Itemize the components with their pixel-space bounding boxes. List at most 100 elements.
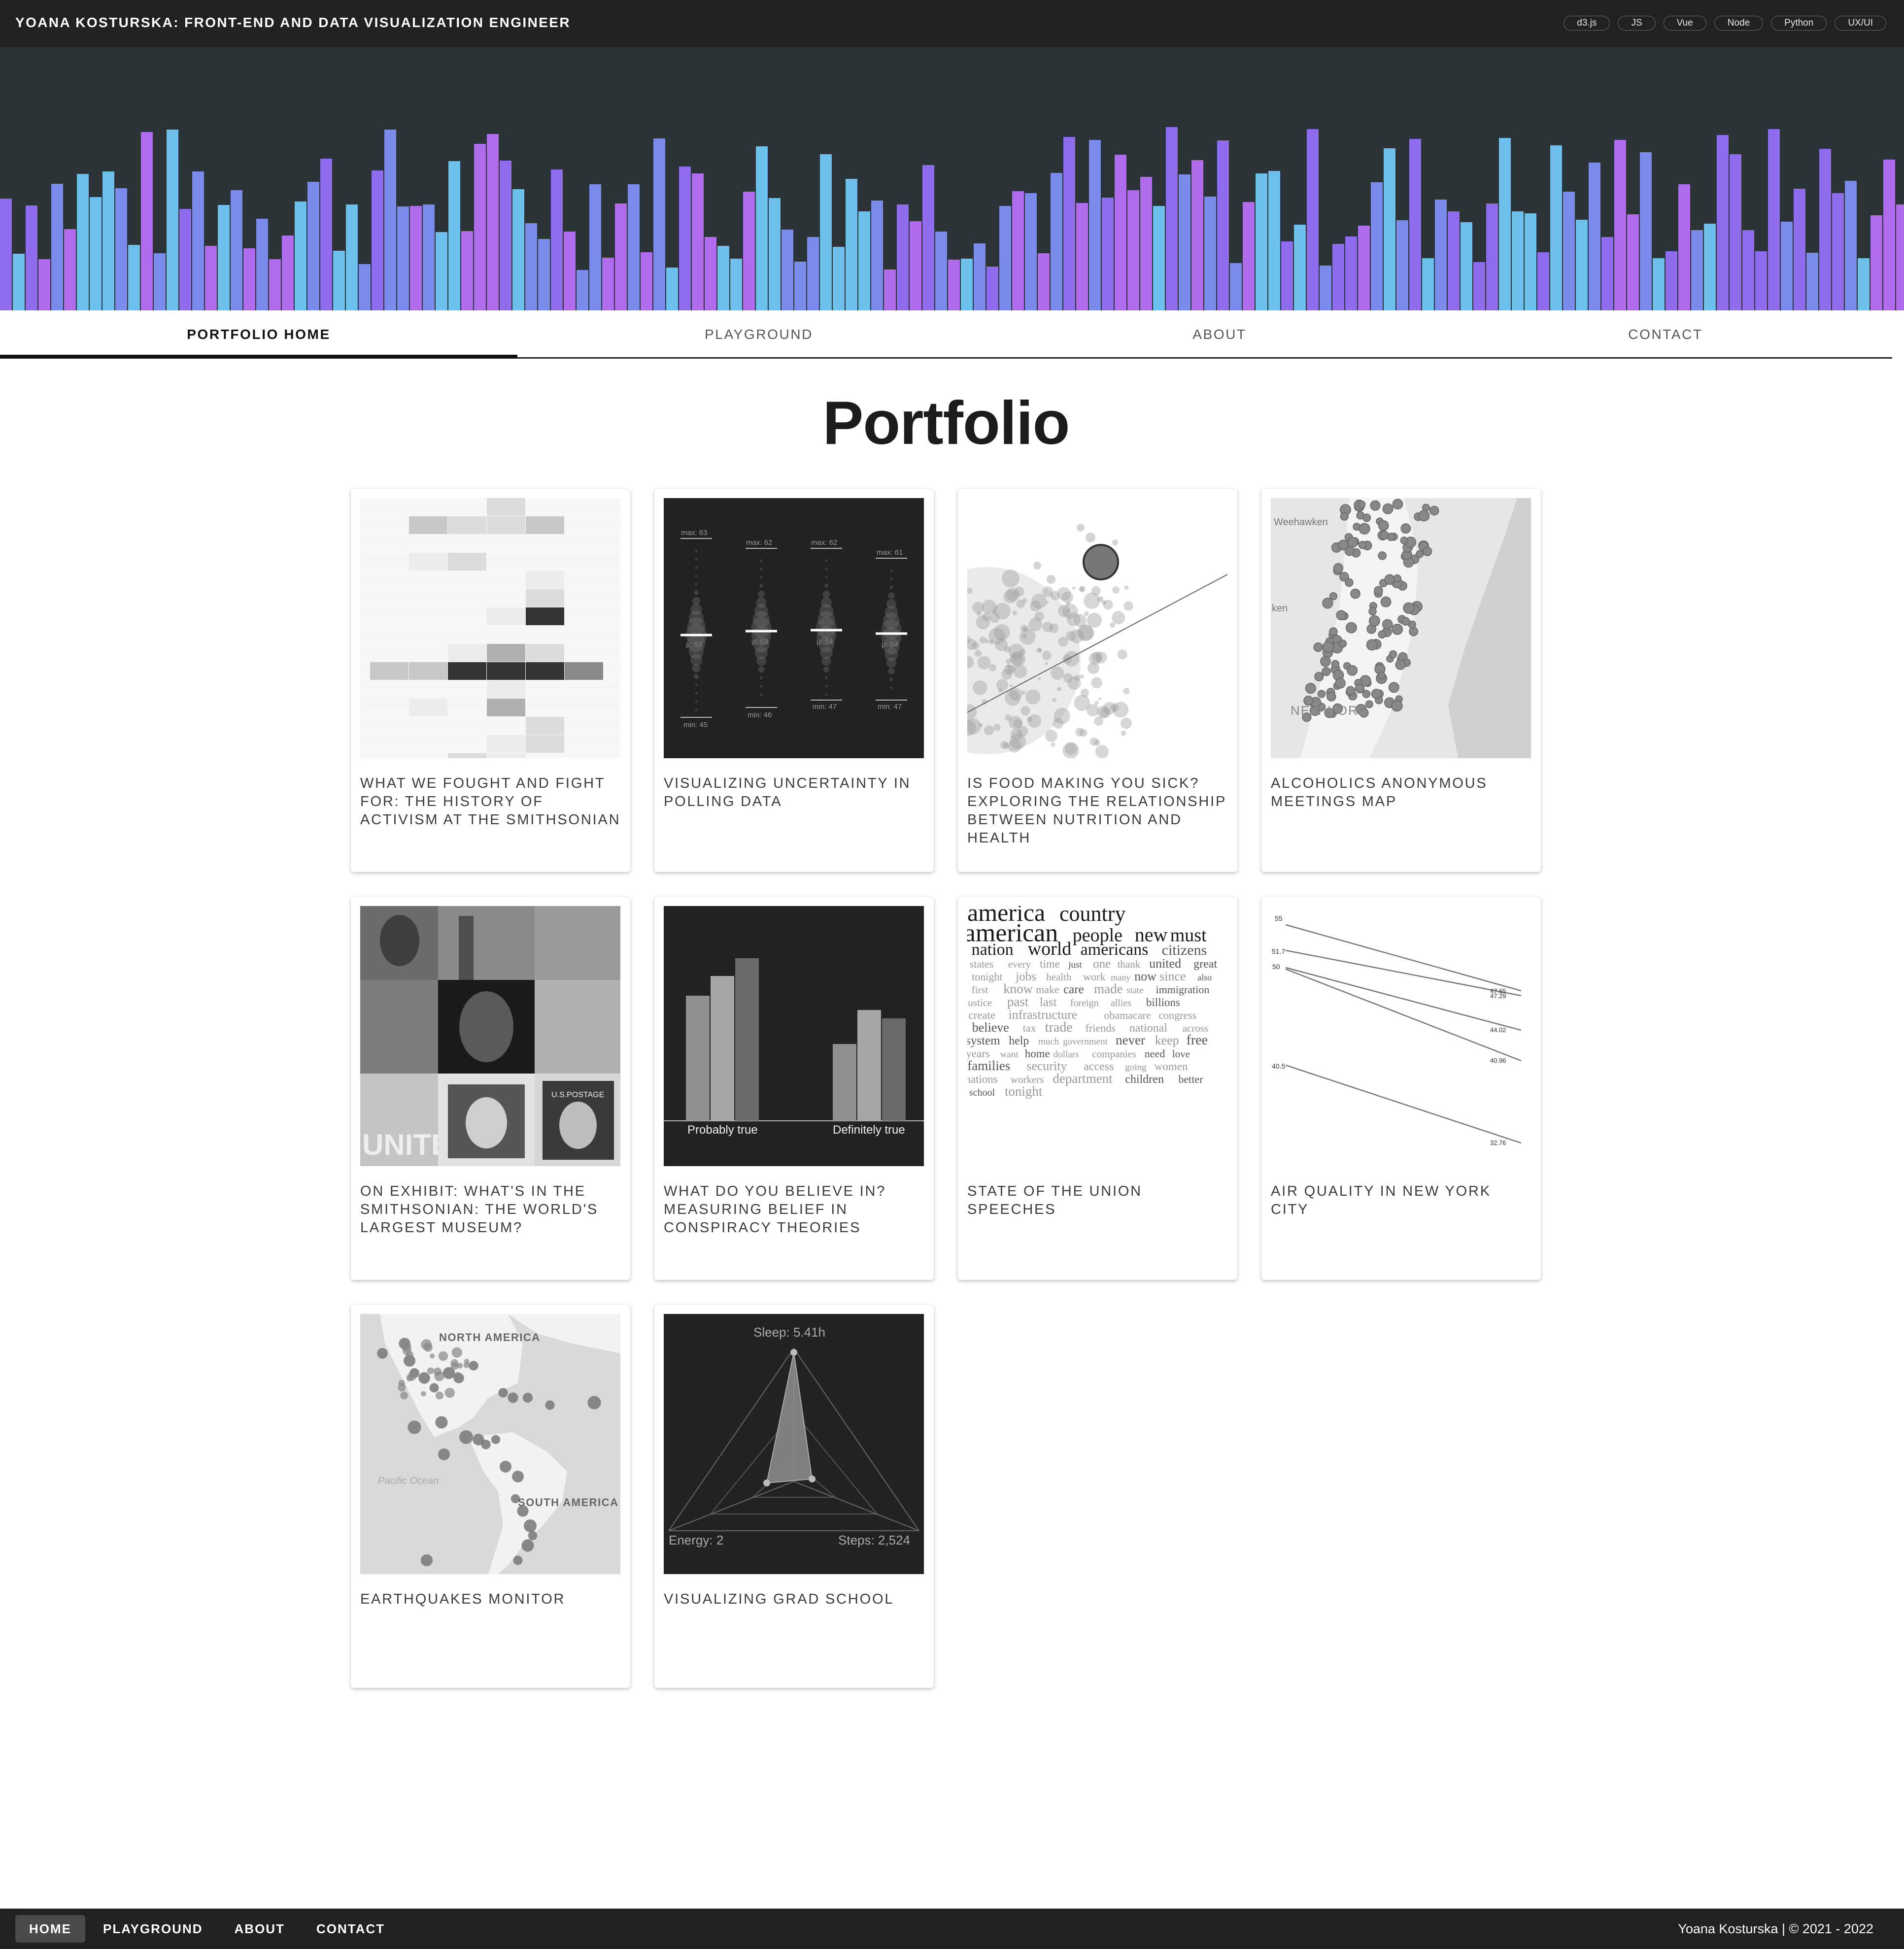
scatter-point	[1124, 585, 1129, 590]
min-label: min: 45	[683, 721, 708, 729]
meeting-dot	[1322, 641, 1334, 653]
banner-bar	[1281, 241, 1293, 310]
cloud-word: women	[1155, 1060, 1188, 1073]
cloud-word: government	[1063, 1037, 1108, 1047]
project-card-activism[interactable]: WHAT WE FOUGHT AND FIGHT FOR: THE HISTOR…	[351, 489, 630, 872]
tab-about[interactable]: ABOUT	[1000, 310, 1439, 357]
collage-tile-statue	[438, 906, 535, 980]
banner-bar	[589, 184, 601, 310]
quake-dot	[459, 1430, 473, 1444]
poll-point	[825, 559, 828, 562]
scatter-point	[994, 606, 998, 609]
project-title[interactable]: ALCOHOLICS ANONYMOUS MEETINGS MAP	[1271, 774, 1532, 811]
project-title[interactable]: VISUALIZING UNCERTAINTY IN POLLING DATA	[664, 774, 925, 811]
group-label-definitely: Definitely true	[833, 1123, 905, 1137]
project-card-air-quality[interactable]: 55 51.7 50 40.5 47.65 47.29 44.02 40.96 32.76 AI…	[1261, 897, 1541, 1280]
scatter-point	[1112, 611, 1125, 625]
project-thumbnail-wordcloud[interactable]: america country american people new must natio…	[967, 906, 1227, 1166]
project-thumbnail-heatmap[interactable]	[360, 498, 620, 758]
project-thumbnail-scatter[interactable]	[967, 498, 1227, 758]
cloud-word: great	[1193, 958, 1217, 971]
cloud-word: department	[1053, 1071, 1113, 1086]
banner-bar	[833, 247, 845, 310]
cloud-word: need	[1145, 1047, 1165, 1060]
project-title[interactable]: STATE OF THE UNION SPEECHES	[967, 1182, 1228, 1219]
project-thumbnail-radar[interactable]: Sleep: 5.41h Energy: 2 Steps: 2,524	[664, 1314, 924, 1574]
scatter-point	[1097, 596, 1103, 602]
belief-bar	[735, 958, 759, 1121]
footer-link-home[interactable]: HOME	[15, 1915, 85, 1943]
meeting-dot	[1320, 656, 1331, 667]
project-card-grad-school[interactable]: Sleep: 5.41h Energy: 2 Steps: 2,524 VISU…	[654, 1305, 934, 1688]
poll-point	[825, 676, 828, 679]
project-title[interactable]: WHAT WE FOUGHT AND FIGHT FOR: THE HISTOR…	[360, 774, 621, 829]
banner-bar	[782, 230, 793, 310]
scatter-point	[1027, 714, 1042, 728]
meeting-dot	[1336, 610, 1347, 620]
scatter-point	[1064, 742, 1077, 755]
meeting-dot	[1313, 642, 1323, 652]
scatter-point	[1042, 650, 1052, 660]
chip-python[interactable]: Python	[1771, 16, 1827, 31]
banner-bar	[602, 258, 614, 310]
banner-bar	[1640, 152, 1652, 310]
scatter-point	[1051, 742, 1055, 747]
footer-link-about[interactable]: ABOUT	[221, 1915, 299, 1943]
project-title[interactable]: AIR QUALITY IN NEW YORK CITY	[1271, 1182, 1532, 1219]
group-label-probably: Probably true	[687, 1123, 758, 1137]
footer-link-playground[interactable]: PLAYGROUND	[89, 1915, 217, 1943]
project-thumbnail-belief-bars[interactable]: Probably true Definitely true	[664, 906, 924, 1166]
scatter-point	[1045, 730, 1057, 742]
quake-dot	[457, 1363, 463, 1369]
project-card-smithsonian-exhibit[interactable]: UNITED U.S.POSTAGE ON EXHIBIT: WHAT'S IN…	[351, 897, 630, 1280]
thumb-background	[1271, 906, 1531, 1166]
project-card-conspiracy[interactable]: Probably true Definitely true WHAT DO YOU…	[654, 897, 934, 1280]
project-title[interactable]: IS FOOD MAKING YOU SICK? EXPLORING THE R…	[967, 774, 1228, 847]
banner-bar	[807, 237, 819, 310]
project-thumbnail-slope[interactable]: 55 51.7 50 40.5 47.65 47.29 44.02 40.96 32.76	[1271, 906, 1531, 1166]
meeting-dot	[1378, 630, 1386, 638]
project-title[interactable]: EARTHQUAKES MONITOR	[360, 1590, 621, 1609]
project-card-earthquakes[interactable]: NORTH AMERICA SOUTH AMERICA Pacific Ocean …	[351, 1305, 630, 1688]
banner-bar	[423, 204, 435, 310]
scatter-point	[993, 724, 1001, 731]
cloud-word: believe	[972, 1020, 1009, 1035]
chip-js[interactable]: JS	[1618, 16, 1656, 31]
meeting-dot	[1329, 627, 1338, 636]
project-thumbnail-collage[interactable]: UNITED U.S.POSTAGE	[360, 906, 620, 1166]
cloud-word: children	[1125, 1073, 1164, 1086]
chip-node[interactable]: Node	[1714, 16, 1764, 31]
project-title[interactable]: WHAT DO YOU BELIEVE IN? MEASURING BELIEF…	[664, 1182, 925, 1237]
project-card-sotu[interactable]: america country american people new must natio…	[958, 897, 1237, 1280]
scatter-point	[1052, 698, 1057, 703]
banner-bar	[1435, 200, 1447, 310]
scatter-point	[1000, 741, 1009, 749]
portfolio-grid: WHAT WE FOUGHT AND FIGHT FOR: THE HISTOR…	[351, 489, 1542, 1691]
project-thumbnail-quake-map[interactable]: NORTH AMERICA SOUTH AMERICA Pacific Ocean	[360, 1314, 620, 1574]
project-title[interactable]: ON EXHIBIT: WHAT'S IN THE SMITHSONIAN: T…	[360, 1182, 621, 1237]
chip-d3js[interactable]: d3.js	[1564, 16, 1610, 31]
tab-portfolio-home[interactable]: PORTFOLIO HOME	[0, 310, 517, 359]
scatter-point	[1057, 587, 1071, 601]
banner-bar	[1396, 220, 1408, 310]
meeting-dot	[1314, 672, 1324, 681]
banner-bar	[1563, 192, 1575, 310]
footer-link-contact[interactable]: CONTACT	[303, 1915, 399, 1943]
meeting-dot	[1388, 682, 1399, 693]
meeting-dot	[1340, 512, 1349, 521]
project-card-polling[interactable]: max: 63 max: 62 max: 62 max: 61 min: 45 …	[654, 489, 934, 872]
project-title[interactable]: VISUALIZING GRAD SCHOOL	[664, 1590, 925, 1609]
max-label: max: 62	[811, 538, 837, 547]
project-thumbnail-polling[interactable]: max: 63 max: 62 max: 62 max: 61 min: 45 …	[664, 498, 924, 758]
tab-contact[interactable]: CONTACT	[1439, 310, 1892, 357]
tab-playground[interactable]: PLAYGROUND	[517, 310, 1000, 357]
project-thumbnail-nyc-map[interactable]: Weehawken ken NEW YORK	[1271, 498, 1531, 758]
meeting-dot	[1358, 501, 1366, 509]
project-card-food-health[interactable]: IS FOOD MAKING YOU SICK? EXPLORING THE R…	[958, 489, 1237, 872]
belief-bar	[686, 996, 710, 1121]
scatter-point	[1063, 651, 1080, 667]
project-card-aa-meetings[interactable]: Weehawken ken NEW YORK ALCOHOLICS ANONYMOU…	[1261, 489, 1541, 872]
chip-vue[interactable]: Vue	[1663, 16, 1706, 31]
chip-uxui[interactable]: UX/UI	[1835, 16, 1886, 31]
stamp-portrait	[466, 1097, 507, 1148]
